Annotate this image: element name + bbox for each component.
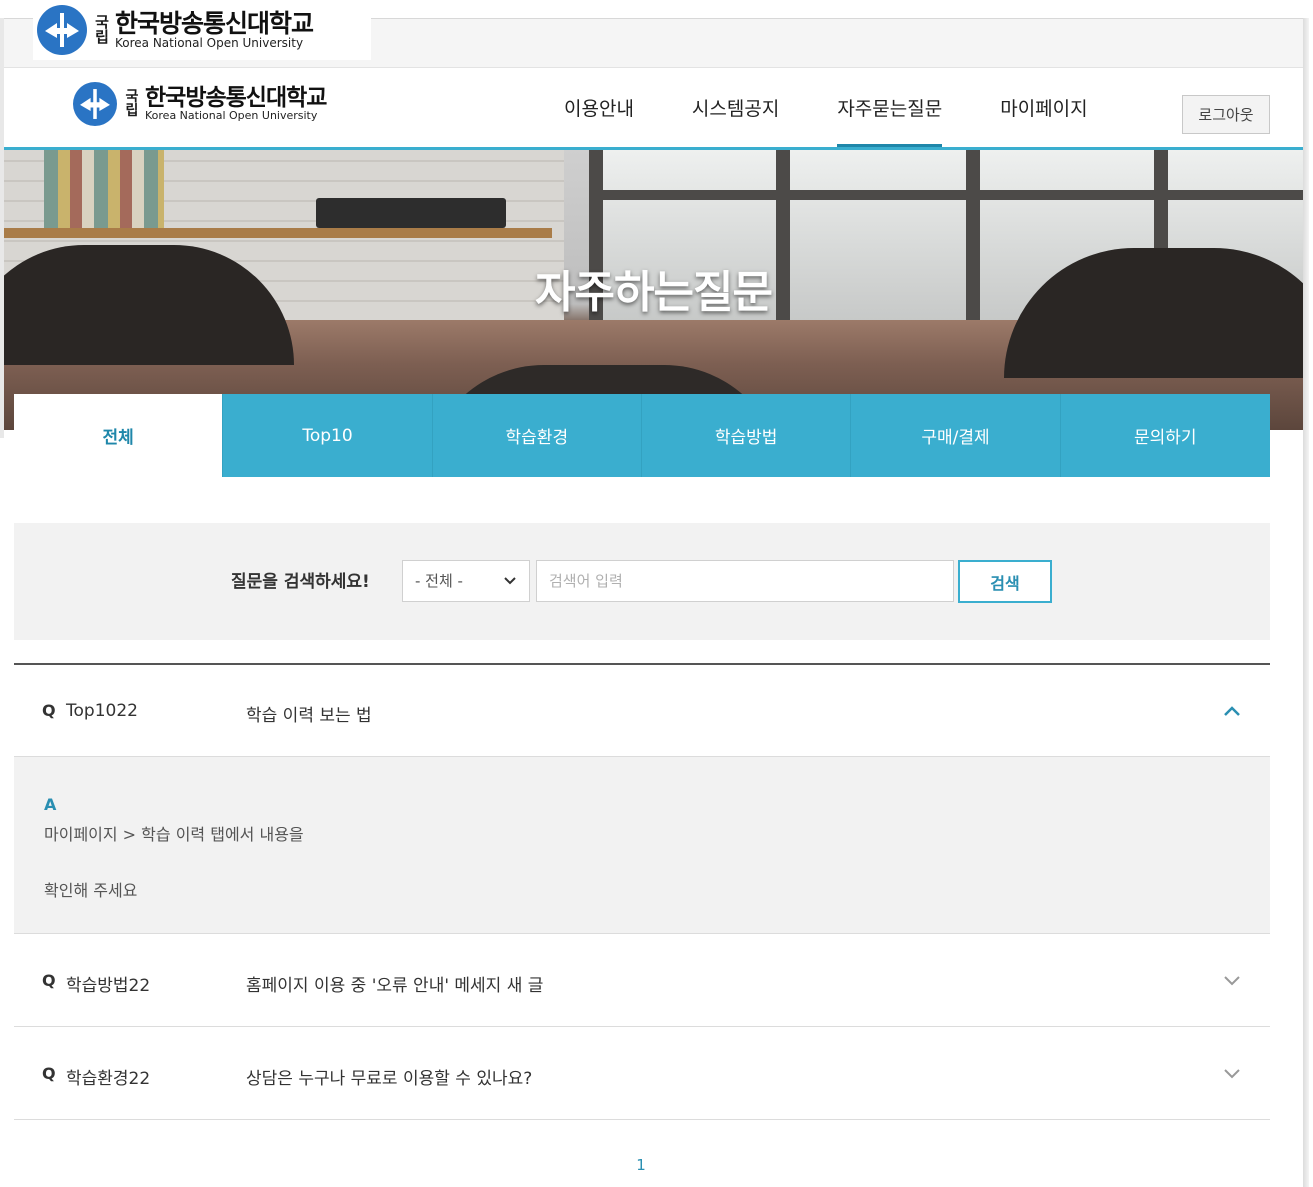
nav-item-guide[interactable]: 이용안내 [564,68,634,147]
pagination: 1 [0,1155,1282,1174]
chevron-up-icon[interactable] [1220,703,1244,719]
faq-category: 학습환경22 [66,1069,151,1089]
faq-answer-text: 확인해 주세요 [44,881,138,900]
faq-answer-panel: A 마이페이지 > 학습 이력 탭에서 내용을 확인해 주세요 [14,757,1270,934]
main-nav: 이용안내 시스템공지 자주묻는질문 마이페이지 [564,68,1146,147]
answer-marker: A [44,795,57,814]
chevron-down-icon[interactable] [1220,973,1244,989]
logo-guklip-text: 국립 [125,89,139,119]
chevron-down-icon[interactable] [1220,1066,1244,1082]
question-marker: Q [42,701,56,720]
faq-category-tabs: 전체 Top10 학습환경 학습방법 구매/결제 문의하기 [14,394,1270,477]
search-input[interactable] [536,560,954,602]
faq-item-question[interactable]: Q 학습환경22 상담은 누구나 무료로 이용할 수 있나요? [14,1028,1270,1120]
tab-logo-container: 국립 한국방송통신대학교 Korea National Open Univers… [33,0,371,60]
logo-guklip-text: 국립 [95,13,109,46]
logo-wordmark: 한국방송통신대학교 Korea National Open University [145,85,327,122]
search-panel: 질문을 검색하세요! - 전체 - 검색 [14,523,1270,640]
faq-answer-text: 마이페이지 > 학습 이력 탭에서 내용을 [44,825,304,844]
tab-learning-environment[interactable]: 학습환경 [432,394,642,477]
university-emblem-icon [37,5,87,55]
tab-purchase-payment[interactable]: 구매/결제 [851,394,1061,477]
faq-question-title: 상담은 누구나 무료로 이용할 수 있나요? [246,1069,533,1089]
logo-korean-name: 한국방송통신대학교 [115,9,314,38]
faq-item-question[interactable]: Q 학습방법22 홈페이지 이용 중 '오류 안내' 메세지 새 글 [14,935,1270,1027]
chevron-down-icon [504,577,516,585]
logo-english-name: Korea National Open University [145,109,318,122]
nav-item-mypage[interactable]: 마이페이지 [1000,68,1087,147]
question-marker: Q [42,971,56,990]
page-title: 자주하는질문 [535,267,773,318]
faq-category: 학습방법22 [66,976,151,996]
tab-inquiry[interactable]: 문의하기 [1060,394,1270,477]
faq-question-title: 학습 이력 보는 법 [246,706,372,726]
faq-item-question[interactable]: Q Top1022 학습 이력 보는 법 [14,665,1270,757]
university-emblem-icon [73,82,117,126]
hero-books [44,150,164,228]
hero-record-player [316,198,506,228]
tab-learning-method[interactable]: 학습방법 [641,394,852,477]
logo-english-name: Korea National Open University [115,36,304,50]
search-category-select[interactable]: - 전체 - [402,560,530,602]
search-select-value: - 전체 - [415,572,463,590]
logo-wordmark: 한국방송통신대학교 Korea National Open University [115,9,314,50]
hero-banner: 자주하는질문 [4,150,1303,430]
site-header: 국립 한국방송통신대학교 Korea National Open Univers… [4,68,1303,150]
header-logo[interactable]: 국립 한국방송통신대학교 Korea National Open Univers… [73,82,327,126]
logo-korean-name: 한국방송통신대학교 [145,85,327,111]
hero-window-transom [589,190,1303,200]
faq-question-title: 홈페이지 이용 중 '오류 안내' 메세지 새 글 [246,976,544,996]
question-marker: Q [42,1064,56,1083]
logout-button[interactable]: 로그아웃 [1182,95,1270,134]
nav-item-faq[interactable]: 자주묻는질문 [837,68,942,147]
hero-shelf [4,228,552,238]
tab-top10[interactable]: Top10 [223,394,433,477]
faq-category: Top1022 [66,701,138,721]
window-right-edge [1303,18,1309,1187]
tab-all[interactable]: 전체 [14,394,224,477]
university-logo: 국립 한국방송통신대학교 Korea National Open Univers… [37,5,314,55]
search-label: 질문을 검색하세요! [231,572,370,592]
page-number-current[interactable]: 1 [636,1156,646,1174]
search-button[interactable]: 검색 [958,560,1052,603]
nav-item-system-notice[interactable]: 시스템공지 [692,68,779,147]
